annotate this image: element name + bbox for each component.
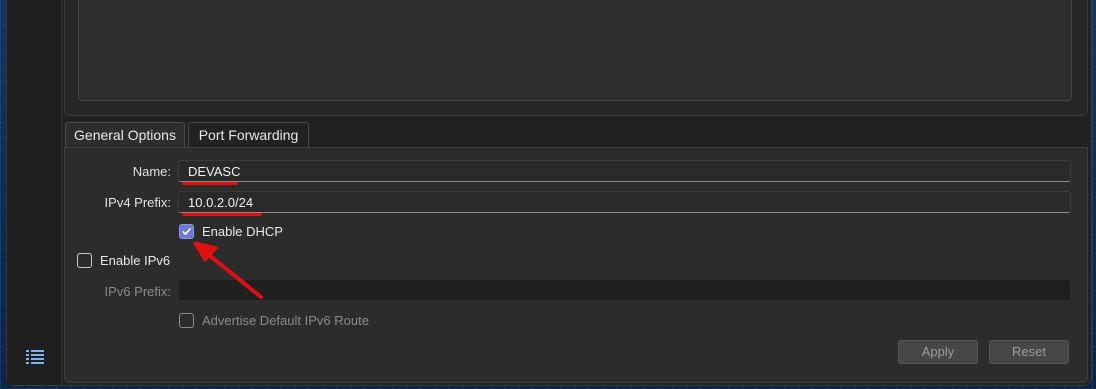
checkmark-icon (182, 228, 191, 235)
apply-button[interactable]: Apply (898, 340, 978, 364)
network-settings-window: General Options Port Forwarding Name: DE… (6, 0, 1092, 386)
ipv6-prefix-label: IPv6 Prefix: (104, 284, 171, 299)
tab-general-options[interactable]: General Options (65, 122, 185, 148)
general-options-panel: Name: DEVASC IPv4 Prefix: 10.0.2.0/24 En… (64, 147, 1088, 383)
name-field[interactable]: DEVASC (178, 160, 1071, 182)
annotation-underline-name (182, 182, 238, 185)
tab-port-forwarding[interactable]: Port Forwarding (188, 122, 309, 148)
enable-ipv6-checkbox[interactable] (77, 253, 92, 268)
annotation-underline-ipv4 (182, 213, 262, 216)
advertise-ipv6-route-label[interactable]: Advertise Default IPv6 Route (202, 313, 369, 328)
ipv4-prefix-label: IPv4 Prefix: (104, 195, 171, 210)
enable-dhcp-label[interactable]: Enable DHCP (202, 224, 283, 239)
name-label: Name: (132, 164, 171, 179)
advertise-ipv6-route-checkbox[interactable] (179, 313, 194, 328)
enable-ipv6-label[interactable]: Enable IPv6 (100, 253, 170, 268)
main-content: General Options Port Forwarding Name: DE… (64, 0, 1088, 383)
network-list-area (64, 0, 1088, 116)
network-list-box[interactable] (78, 0, 1072, 101)
ipv6-prefix-field[interactable] (178, 279, 1071, 301)
enable-dhcp-checkbox[interactable] (179, 224, 194, 239)
reset-button[interactable]: Reset (989, 340, 1069, 364)
list-view-icon[interactable] (26, 349, 44, 366)
sidebar (7, 0, 62, 385)
ipv4-prefix-field[interactable]: 10.0.2.0/24 (178, 191, 1071, 213)
